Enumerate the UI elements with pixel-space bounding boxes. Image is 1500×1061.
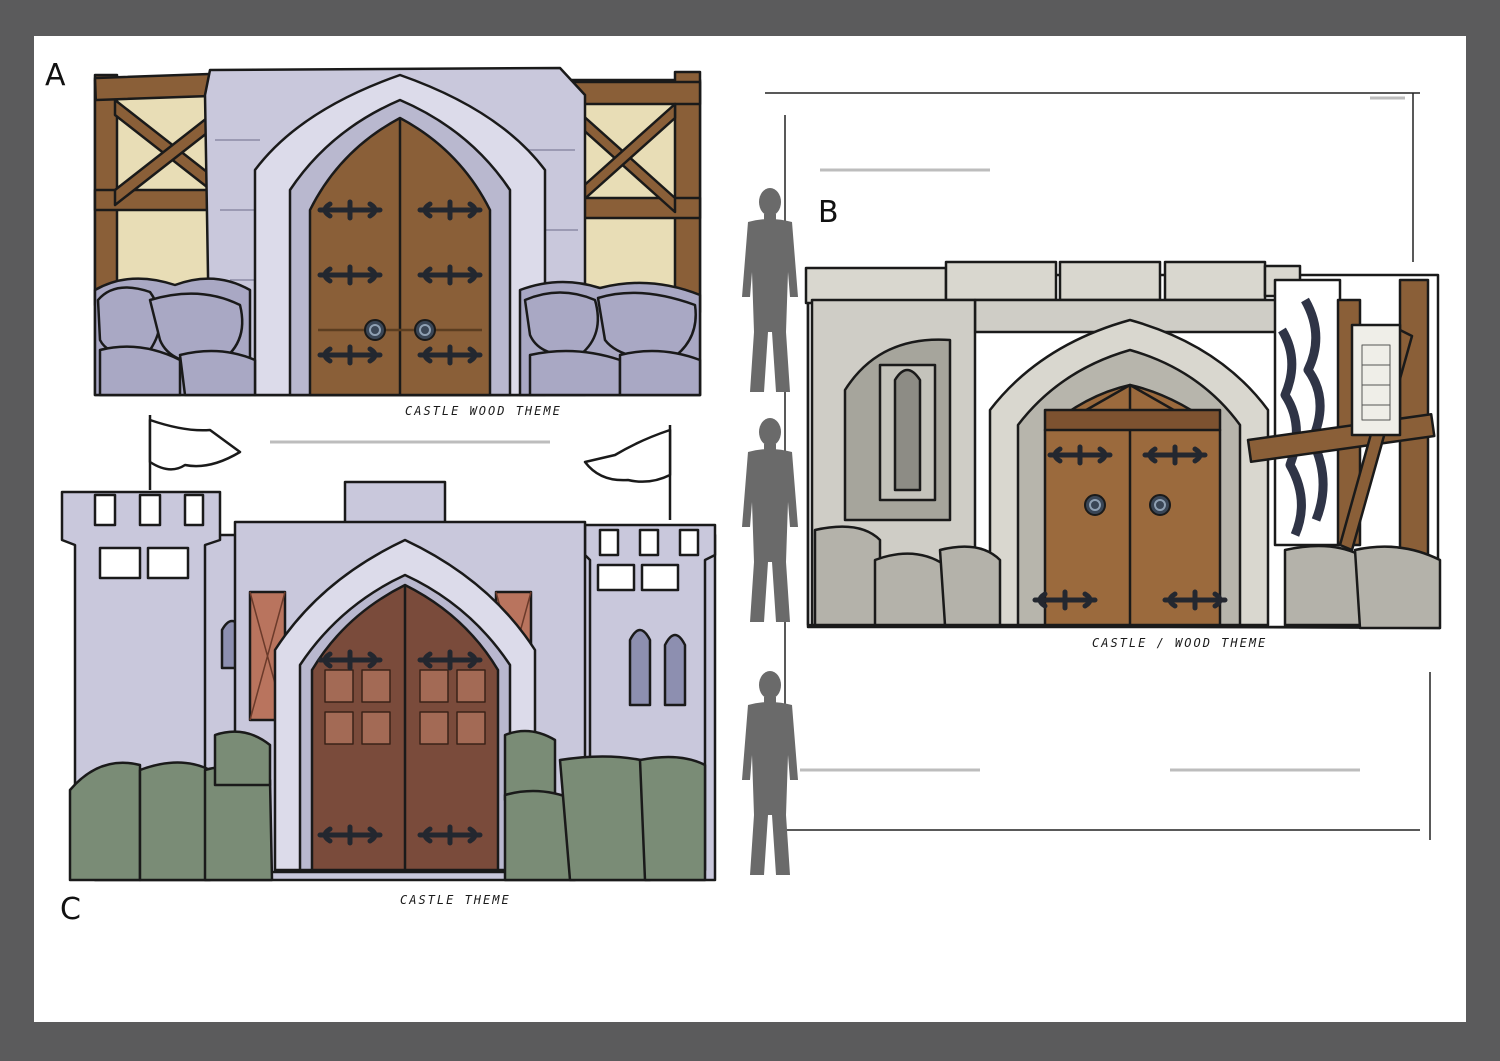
concept-sheet: A B C CASTLE WOOD THEME CASTLE / WOOD TH… xyxy=(0,0,1500,1061)
sketch-a-letter: A xyxy=(45,58,66,93)
sketch-c-caption: CASTLE THEME xyxy=(400,893,511,907)
sketch-b-castle-wood-gate xyxy=(804,260,1442,630)
sketch-a-caption: CASTLE WOOD THEME xyxy=(405,404,562,418)
sheet-artwork xyxy=(34,36,1466,1022)
sketch-a-castle-wood-gate xyxy=(93,66,702,397)
sketch-b-caption: CASTLE / WOOD THEME xyxy=(1092,636,1268,650)
sketch-b-letter: B xyxy=(818,195,839,230)
sketch-c-letter: C xyxy=(60,892,81,927)
